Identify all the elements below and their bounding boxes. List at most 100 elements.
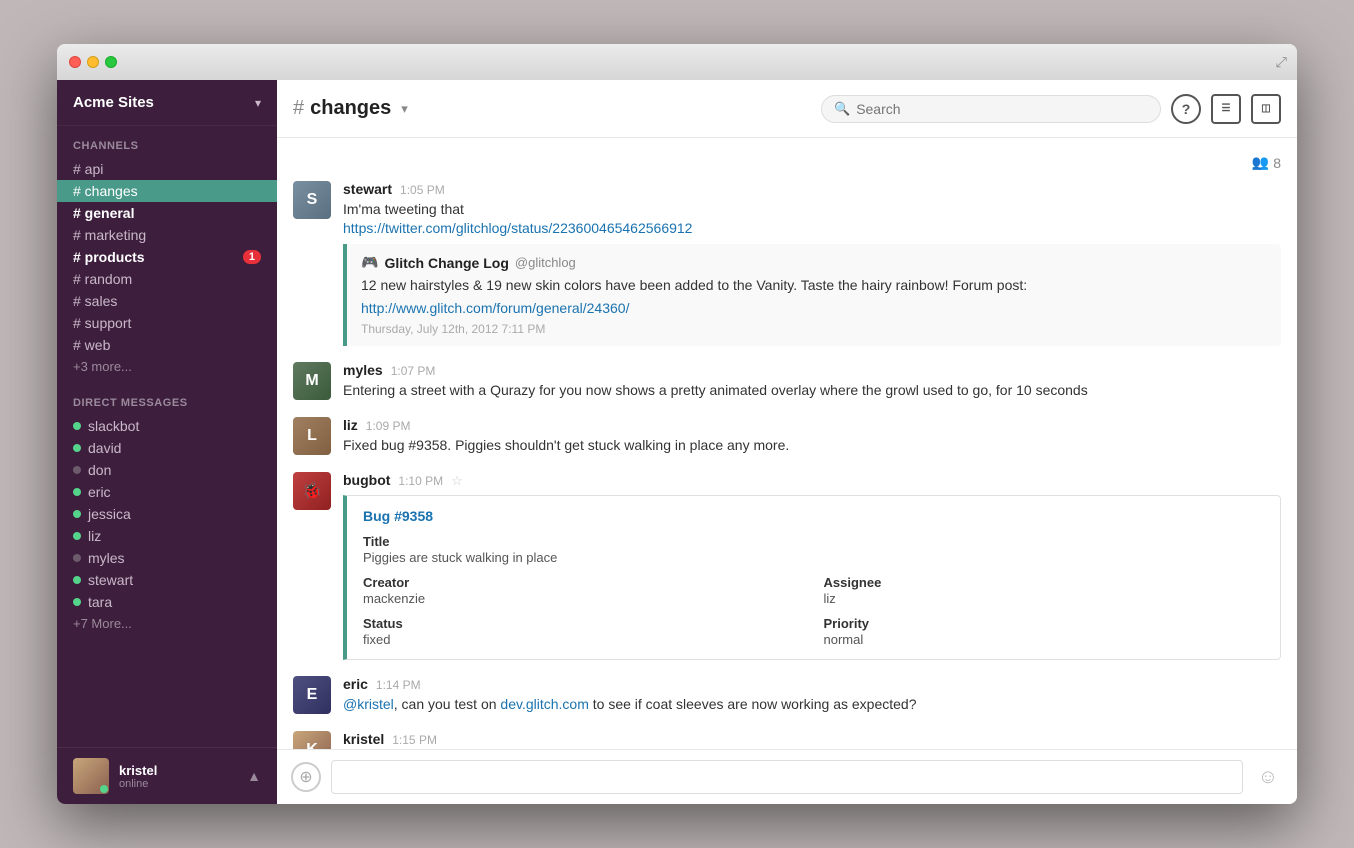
user-info: kristel online bbox=[119, 763, 157, 790]
bug-status-label: Status bbox=[363, 616, 804, 631]
bug-status-section: Status fixed bbox=[363, 616, 804, 647]
online-dot bbox=[73, 422, 81, 430]
message-text: @kristel, can you test on dev.glitch.com… bbox=[343, 694, 1281, 715]
workspace-name: Acme Sites bbox=[73, 94, 154, 111]
sidebar-item-changes[interactable]: # changes bbox=[57, 180, 277, 202]
message-meta: myles 1:07 PM bbox=[343, 362, 1281, 378]
attach-button[interactable]: ⊕ bbox=[291, 762, 321, 792]
minimize-button[interactable] bbox=[87, 56, 99, 68]
bug-grid: Title Piggies are stuck walking in place… bbox=[363, 534, 1264, 647]
message-row: M myles 1:07 PM Entering a street with a… bbox=[293, 362, 1281, 401]
message-author: bugbot bbox=[343, 472, 390, 488]
star-icon[interactable]: ☆ bbox=[451, 473, 463, 489]
message-author: kristel bbox=[343, 731, 384, 747]
sidebar-item-web[interactable]: # web bbox=[57, 334, 277, 356]
message-meta: kristel 1:15 PM bbox=[343, 731, 1281, 747]
bug-title-label: Title bbox=[363, 534, 804, 549]
dm-more-link[interactable]: +7 More... bbox=[57, 613, 277, 634]
message-content: stewart 1:05 PM Im'ma tweeting that http… bbox=[343, 181, 1281, 346]
bug-creator-section: Creator mackenzie bbox=[363, 575, 804, 606]
message-time: 1:15 PM bbox=[392, 733, 437, 747]
status-dot bbox=[100, 785, 108, 793]
dm-tara[interactable]: tara bbox=[57, 591, 277, 613]
online-dot bbox=[73, 488, 81, 496]
online-dot bbox=[73, 510, 81, 518]
message-input[interactable] bbox=[331, 760, 1243, 794]
message-row: S stewart 1:05 PM Im'ma tweeting that ht… bbox=[293, 181, 1281, 346]
message-content: kristel 1:15 PM indeed they are! thanks … bbox=[343, 731, 1281, 749]
current-user[interactable]: kristel online bbox=[73, 758, 157, 794]
channels-more-link[interactable]: +3 more... bbox=[57, 356, 277, 377]
message-author: eric bbox=[343, 676, 368, 692]
footer-chevron-icon[interactable]: ▲ bbox=[247, 768, 261, 784]
sidebar-item-random[interactable]: # random bbox=[57, 268, 277, 290]
channels-label: CHANNELS bbox=[57, 140, 277, 158]
avatar: 🐞 bbox=[293, 472, 331, 510]
dm-stewart[interactable]: stewart bbox=[57, 569, 277, 591]
sidebar-item-api[interactable]: # api bbox=[57, 158, 277, 180]
search-box[interactable]: 🔍 bbox=[821, 95, 1161, 123]
search-input[interactable] bbox=[856, 101, 1148, 117]
embed-link[interactable]: http://www.glitch.com/forum/general/2436… bbox=[361, 300, 629, 316]
avatar: L bbox=[293, 417, 331, 455]
message-content: myles 1:07 PM Entering a street with a Q… bbox=[343, 362, 1281, 401]
expand-icon[interactable]: ⤢ bbox=[1276, 54, 1287, 71]
embed-text: 12 new hairstyles & 19 new skin colors h… bbox=[361, 275, 1267, 296]
dm-myles[interactable]: myles bbox=[57, 547, 277, 569]
sidebar-item-general[interactable]: # general bbox=[57, 202, 277, 224]
bug-assignee-value: liz bbox=[824, 591, 1265, 606]
message-content: bugbot 1:10 PM ☆ Bug #9358 Title Piggies… bbox=[343, 472, 1281, 660]
sidebar-item-marketing[interactable]: # marketing bbox=[57, 224, 277, 246]
avatar: E bbox=[293, 676, 331, 714]
bug-creator-value: mackenzie bbox=[363, 591, 804, 606]
embed-date: Thursday, July 12th, 2012 7:11 PM bbox=[361, 322, 1267, 336]
bug-link[interactable]: Bug #9358 bbox=[363, 508, 1264, 524]
mention: @kristel bbox=[343, 696, 394, 712]
sidebar-header[interactable]: Acme Sites ▾ bbox=[57, 80, 277, 126]
offline-dot bbox=[73, 466, 81, 474]
dev-link[interactable]: dev.glitch.com bbox=[500, 696, 588, 712]
list-view-button[interactable]: ☰ bbox=[1211, 94, 1241, 124]
dm-liz[interactable]: liz bbox=[57, 525, 277, 547]
online-dot bbox=[73, 532, 81, 540]
members-icon: 👥 bbox=[1252, 154, 1269, 171]
channel-title: # changes ▾ bbox=[293, 97, 408, 120]
main-header: # changes ▾ 🔍 ? ☰ ◫ bbox=[277, 80, 1297, 138]
dm-don[interactable]: don bbox=[57, 459, 277, 481]
app-body: Acme Sites ▾ CHANNELS # api # changes # … bbox=[57, 80, 1297, 804]
message-text: Fixed bug #9358. Piggies shouldn't get s… bbox=[343, 435, 1281, 456]
message-link[interactable]: https://twitter.com/glitchlog/status/223… bbox=[343, 220, 692, 236]
dm-jessica[interactable]: jessica bbox=[57, 503, 277, 525]
avatar bbox=[73, 758, 109, 794]
dm-eric[interactable]: eric bbox=[57, 481, 277, 503]
sidebar-item-sales[interactable]: # sales bbox=[57, 290, 277, 312]
bug-title-section: Title Piggies are stuck walking in place bbox=[363, 534, 804, 565]
bug-title-value: Piggies are stuck walking in place bbox=[363, 550, 804, 565]
workspace-dropdown-icon[interactable]: ▾ bbox=[255, 96, 261, 110]
bug-priority-label: Priority bbox=[824, 616, 1265, 631]
message-time: 1:09 PM bbox=[366, 419, 411, 433]
message-row: K kristel 1:15 PM indeed they are! thank… bbox=[293, 731, 1281, 749]
message-meta: liz 1:09 PM bbox=[343, 417, 1281, 433]
bug-assignee-label: Assignee bbox=[824, 575, 1265, 590]
sidebar-item-products[interactable]: # products 1 bbox=[57, 246, 277, 268]
close-button[interactable] bbox=[69, 56, 81, 68]
message-text: Im'ma tweeting that bbox=[343, 199, 1281, 220]
embed-channel-name: Glitch Change Log bbox=[384, 255, 508, 271]
bug-assignee-section: Assignee liz bbox=[824, 575, 1265, 606]
sidebar: Acme Sites ▾ CHANNELS # api # changes # … bbox=[57, 80, 277, 804]
channel-dropdown-icon[interactable]: ▾ bbox=[401, 101, 408, 117]
maximize-button[interactable] bbox=[105, 56, 117, 68]
dm-slackbot[interactable]: slackbot bbox=[57, 415, 277, 437]
bug-priority-value: normal bbox=[824, 632, 1265, 647]
panel-button[interactable]: ◫ bbox=[1251, 94, 1281, 124]
message-meta: stewart 1:05 PM bbox=[343, 181, 1281, 197]
help-button[interactable]: ? bbox=[1171, 94, 1201, 124]
embed-icon: 🎮 bbox=[361, 254, 378, 271]
message-time: 1:10 PM bbox=[398, 474, 443, 488]
dm-david[interactable]: david bbox=[57, 437, 277, 459]
emoji-button[interactable]: ☺ bbox=[1253, 762, 1283, 792]
message-row: 🐞 bugbot 1:10 PM ☆ Bug #9358 Tit bbox=[293, 472, 1281, 660]
sidebar-item-support[interactable]: # support bbox=[57, 312, 277, 334]
search-icon: 🔍 bbox=[834, 101, 850, 117]
